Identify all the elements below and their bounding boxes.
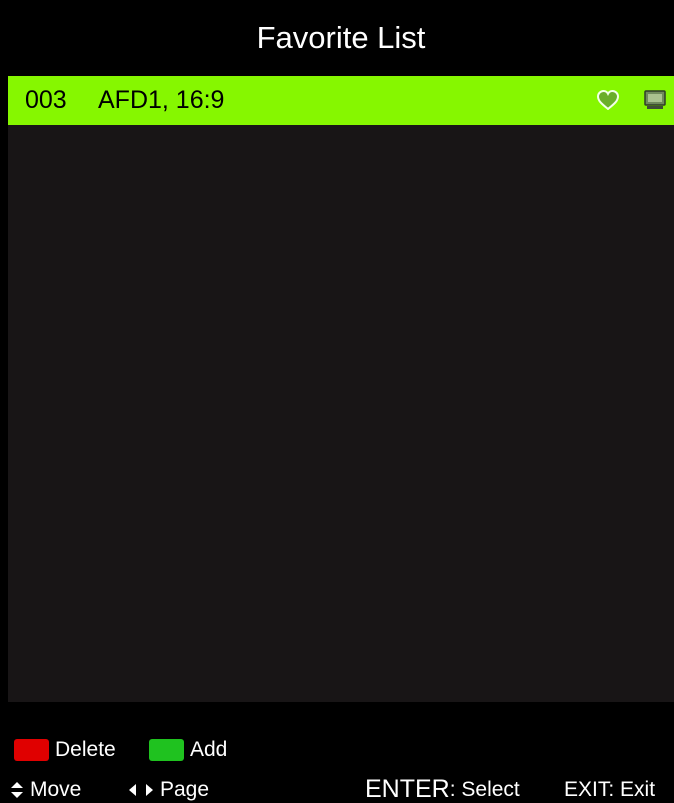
delete-key-hint[interactable]: Delete	[14, 738, 116, 762]
left-right-arrow-icon	[129, 784, 153, 796]
heart-icon	[597, 90, 619, 110]
enter-key-label: ENTER	[365, 775, 450, 803]
exit-hint: EXIT: Exit	[564, 778, 655, 802]
page-label: Page	[160, 778, 210, 801]
enter-action-label: : Select	[449, 777, 520, 801]
channel-list: 003 AFD1, 16:9	[8, 76, 674, 702]
channel-name: AFD1, 16:9	[98, 86, 225, 114]
footer-help-bar: Delete Add Move Page ENTER : Select EXIT…	[8, 702, 674, 803]
up-down-arrow-icon	[11, 782, 23, 798]
page-title: Favorite List	[8, 0, 674, 76]
page-hint: Page	[128, 778, 209, 802]
add-label: Add	[190, 738, 228, 761]
tv-icon	[644, 90, 666, 109]
add-key-hint[interactable]: Add	[149, 738, 227, 762]
delete-label: Delete	[55, 738, 116, 761]
channel-row-selected[interactable]: 003 AFD1, 16:9	[8, 76, 674, 125]
favorite-list-screen: Favorite List 003 AFD1, 16:9 Delete Add	[0, 0, 674, 803]
channel-number: 003	[25, 86, 67, 114]
exit-label: EXIT: Exit	[564, 778, 656, 801]
move-hint: Move	[10, 778, 81, 802]
red-key-icon	[14, 739, 49, 761]
green-key-icon	[149, 739, 184, 761]
enter-hint: ENTER : Select	[365, 775, 520, 803]
move-label: Move	[30, 778, 82, 801]
